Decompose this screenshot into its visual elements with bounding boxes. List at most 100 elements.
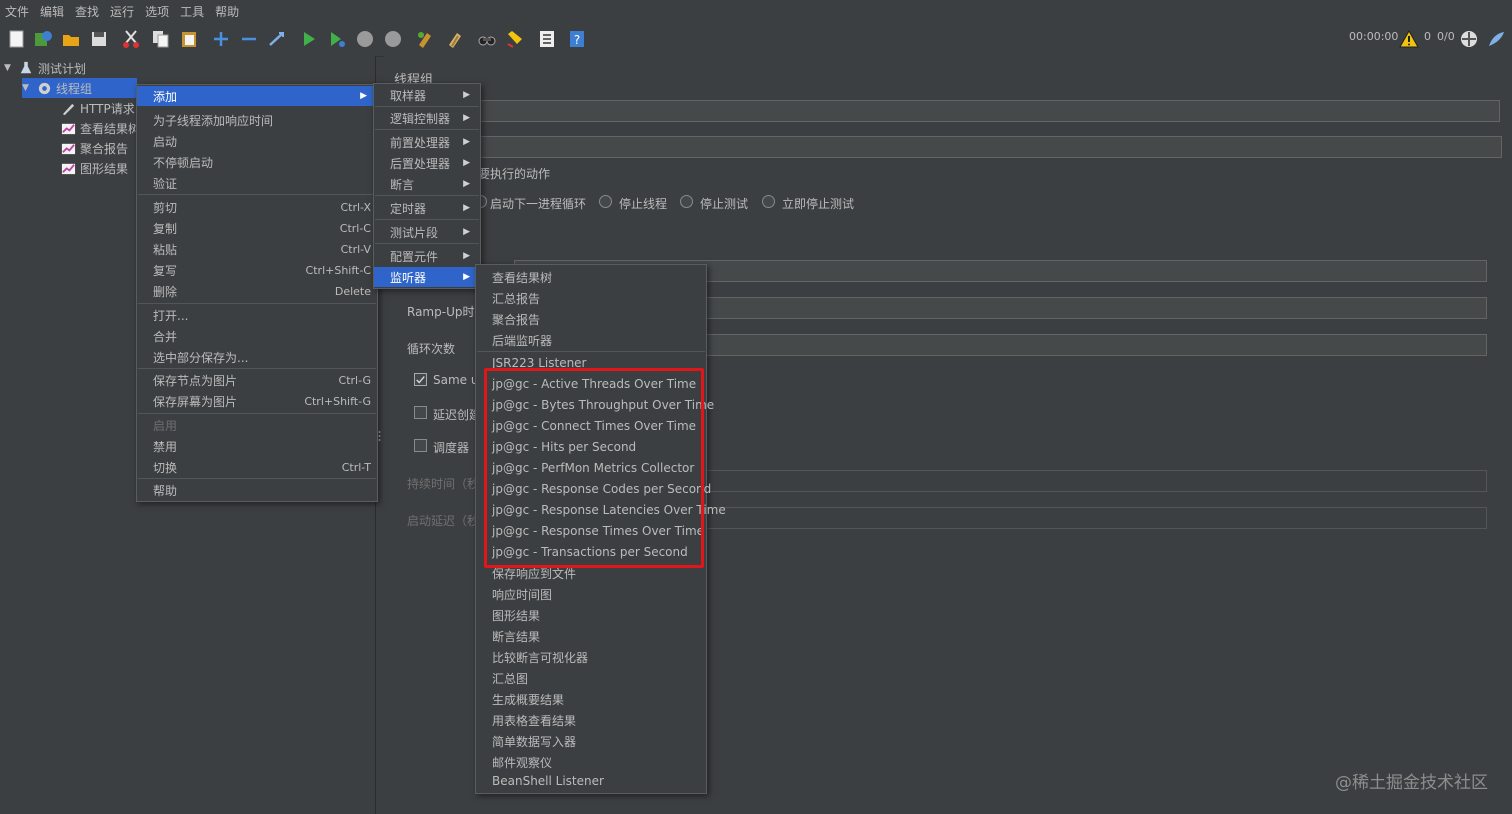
listener-item[interactable]: BeanShell Listener — [476, 771, 704, 791]
toggle-icon[interactable] — [266, 28, 288, 50]
tree-node-view-results-tree[interactable]: 查看结果树 — [60, 118, 140, 138]
watermark: @稀土掘金技术社区 — [1335, 773, 1488, 793]
tree-node-label: 线程组 — [56, 81, 93, 96]
listener-item[interactable]: 后端监听器 — [476, 330, 704, 350]
submenu-item-sampler[interactable]: 取样器 ▶ — [374, 85, 478, 105]
menu-item-open[interactable]: 打开... — [137, 305, 375, 325]
menu-search[interactable]: 查找 — [75, 3, 99, 20]
remote-icon[interactable] — [1458, 28, 1480, 50]
start-icon[interactable] — [298, 28, 320, 50]
radio-stop-test-label: 停止测试 — [700, 197, 749, 211]
listener-item[interactable]: 简单数据写入器 — [476, 731, 704, 751]
menu-item-start-no-pause[interactable]: 不停顿启动 — [137, 152, 375, 172]
expand-arrow-icon[interactable]: ▼ — [22, 83, 36, 93]
function-helper-icon[interactable] — [536, 28, 558, 50]
same-user-checkbox[interactable] — [414, 373, 427, 386]
menu-item-save-node-image[interactable]: 保存节点为图片 Ctrl-G — [137, 370, 375, 390]
listener-item[interactable]: 查看结果树 — [476, 267, 704, 287]
menu-item-toggle[interactable]: 切换 Ctrl-T — [137, 457, 375, 477]
submenu-item-timer[interactable]: 定时器 ▶ — [374, 198, 478, 218]
menu-item-merge[interactable]: 合并 — [137, 326, 375, 346]
menu-separator — [375, 219, 479, 220]
clear-icon[interactable] — [414, 28, 436, 50]
open-icon[interactable] — [60, 28, 82, 50]
copy-icon[interactable] — [150, 28, 172, 50]
pencil-icon — [60, 100, 76, 116]
submenu-item-logic-controller[interactable]: 逻辑控制器 ▶ — [374, 108, 478, 128]
clear-all-icon[interactable] — [444, 28, 466, 50]
scheduler-checkbox[interactable] — [414, 439, 427, 452]
expand-arrow-icon[interactable]: ▼ — [4, 63, 18, 73]
shutdown-icon[interactable] — [382, 28, 404, 50]
listener-item[interactable]: 邮件观察仪 — [476, 752, 704, 772]
comment-field[interactable] — [474, 136, 1502, 158]
submenu-item-pre-processor[interactable]: 前置处理器 ▶ — [374, 132, 478, 152]
listener-item[interactable]: 用表格查看结果 — [476, 710, 704, 730]
listener-item[interactable]: 汇总图 — [476, 668, 704, 688]
menu-help[interactable]: 帮助 — [215, 3, 239, 20]
help-icon[interactable]: ? — [566, 28, 588, 50]
loop-count-label: 循环次数 — [407, 342, 456, 356]
menu-item-duplicate[interactable]: 复写 Ctrl+Shift-C — [137, 260, 375, 280]
menu-item-paste[interactable]: 粘贴 Ctrl-V — [137, 239, 375, 259]
templates-icon[interactable] — [32, 28, 54, 50]
listener-item[interactable]: 汇总报告 — [476, 288, 704, 308]
tree-node-test-plan[interactable]: ▼ 测试计划 — [4, 58, 86, 78]
stop-icon[interactable] — [354, 28, 376, 50]
name-field[interactable] — [474, 100, 1500, 122]
menu-item-copy[interactable]: 复制 Ctrl-C — [137, 218, 375, 238]
listener-item[interactable]: 断言结果 — [476, 626, 704, 646]
menu-separator — [375, 243, 479, 244]
feather-icon[interactable] — [1485, 28, 1507, 50]
submenu-item-test-fragment[interactable]: 测试片段 ▶ — [374, 222, 478, 242]
radio-stop-test-now[interactable] — [762, 195, 775, 208]
search-icon[interactable] — [476, 28, 498, 50]
paste-icon[interactable] — [178, 28, 200, 50]
menu-options[interactable]: 选项 — [145, 3, 169, 20]
start-no-pause-icon[interactable] — [326, 28, 348, 50]
tree-node-http-request[interactable]: HTTP请求 — [60, 98, 135, 118]
new-icon[interactable] — [6, 28, 28, 50]
jpgc-highlight-box — [484, 368, 704, 568]
submenu-item-post-processor[interactable]: 后置处理器 ▶ — [374, 153, 478, 173]
save-icon[interactable] — [88, 28, 110, 50]
gear-icon — [36, 80, 52, 96]
menu-item-add[interactable]: 添加 ▶ — [137, 86, 375, 106]
radio-stop-thread[interactable] — [599, 195, 612, 208]
submenu-item-listener[interactable]: 监听器 ▶ — [374, 267, 478, 287]
menu-separator — [375, 129, 479, 130]
menu-tools[interactable]: 工具 — [180, 3, 204, 20]
menu-item-save-screen-image[interactable]: 保存屏幕为图片 Ctrl+Shift-G — [137, 391, 375, 411]
menu-file[interactable]: 文件 — [5, 3, 29, 20]
submenu-item-config-element[interactable]: 配置元件 ▶ — [374, 246, 478, 266]
listener-item[interactable]: 比较断言可视化器 — [476, 647, 704, 667]
tree-node-thread-group[interactable]: ▼ 线程组 — [22, 78, 137, 98]
menu-item-help[interactable]: 帮助 — [137, 480, 375, 500]
menu-item-validate[interactable]: 验证 — [137, 173, 375, 193]
listener-item[interactable]: 聚合报告 — [476, 309, 704, 329]
submenu-item-assertion[interactable]: 断言 ▶ — [374, 174, 478, 194]
menu-item-save-selection[interactable]: 选中部分保存为... — [137, 347, 375, 367]
menu-item-disable[interactable]: 禁用 — [137, 436, 375, 456]
tree-node-label: 测试计划 — [38, 61, 87, 76]
tree-node-aggregate-report[interactable]: 聚合报告 — [60, 138, 128, 158]
listener-item[interactable]: 生成概要结果 — [476, 689, 704, 709]
warning-icon[interactable] — [1398, 28, 1420, 50]
duration-field[interactable] — [584, 470, 1487, 492]
menu-item-cut[interactable]: 剪切 Ctrl-X — [137, 197, 375, 217]
menu-edit[interactable]: 编辑 — [40, 3, 64, 20]
delay-thread-creation-checkbox[interactable] — [414, 406, 427, 419]
menu-item-add-response-time[interactable]: 为子线程添加响应时间 — [137, 110, 375, 130]
expand-icon[interactable] — [210, 28, 232, 50]
cut-icon[interactable] — [120, 28, 142, 50]
collapse-icon[interactable] — [238, 28, 260, 50]
menu-run[interactable]: 运行 — [110, 3, 134, 20]
tree-node-graph-results[interactable]: 图形结果 — [60, 158, 128, 178]
radio-stop-test[interactable] — [680, 195, 693, 208]
listener-item[interactable]: 图形结果 — [476, 605, 704, 625]
menu-item-start[interactable]: 启动 — [137, 131, 375, 151]
reset-search-icon[interactable] — [504, 28, 526, 50]
menu-item-delete[interactable]: 删除 Delete — [137, 281, 375, 301]
listener-item[interactable]: 响应时间图 — [476, 584, 704, 604]
split-grip[interactable] — [378, 430, 381, 442]
